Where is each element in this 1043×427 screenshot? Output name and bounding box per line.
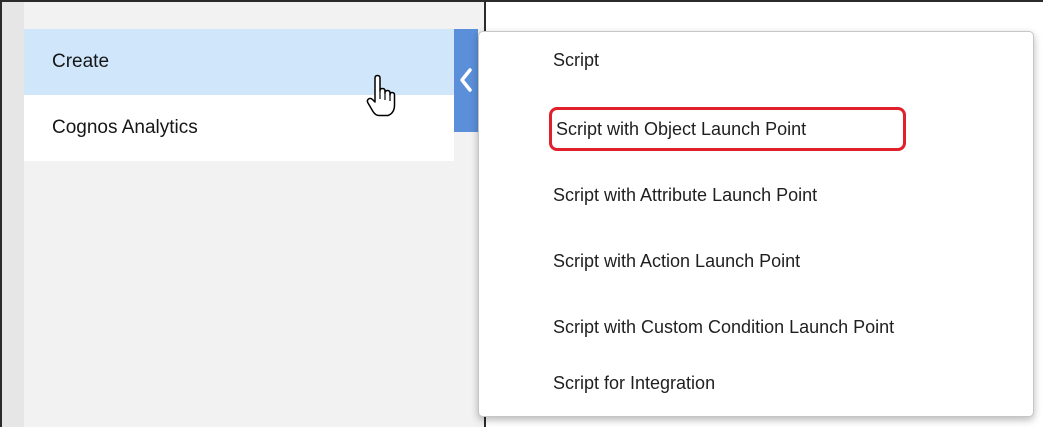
submenu-item-script-object-launch-point[interactable]: Script with Object Launch Point [556, 114, 806, 144]
submenu-item-script-custom-condition-launch-point[interactable]: Script with Custom Condition Launch Poin… [553, 312, 894, 342]
chevron-left-icon [460, 68, 472, 92]
hand-pointer-icon [366, 74, 396, 117]
create-submenu [478, 31, 1034, 417]
menu-item-label: Cognos Analytics [52, 117, 198, 138]
submenu-item-script[interactable]: Script [553, 45, 599, 75]
submenu-item-script-attribute-launch-point[interactable]: Script with Attribute Launch Point [553, 180, 817, 210]
submenu-item-script-for-integration[interactable]: Script for Integration [553, 368, 715, 398]
submenu-item-script-action-launch-point[interactable]: Script with Action Launch Point [553, 246, 800, 276]
menu-item-label: Create [52, 51, 110, 72]
left-gutter [2, 2, 24, 427]
collapse-submenu-button[interactable] [454, 29, 478, 132]
